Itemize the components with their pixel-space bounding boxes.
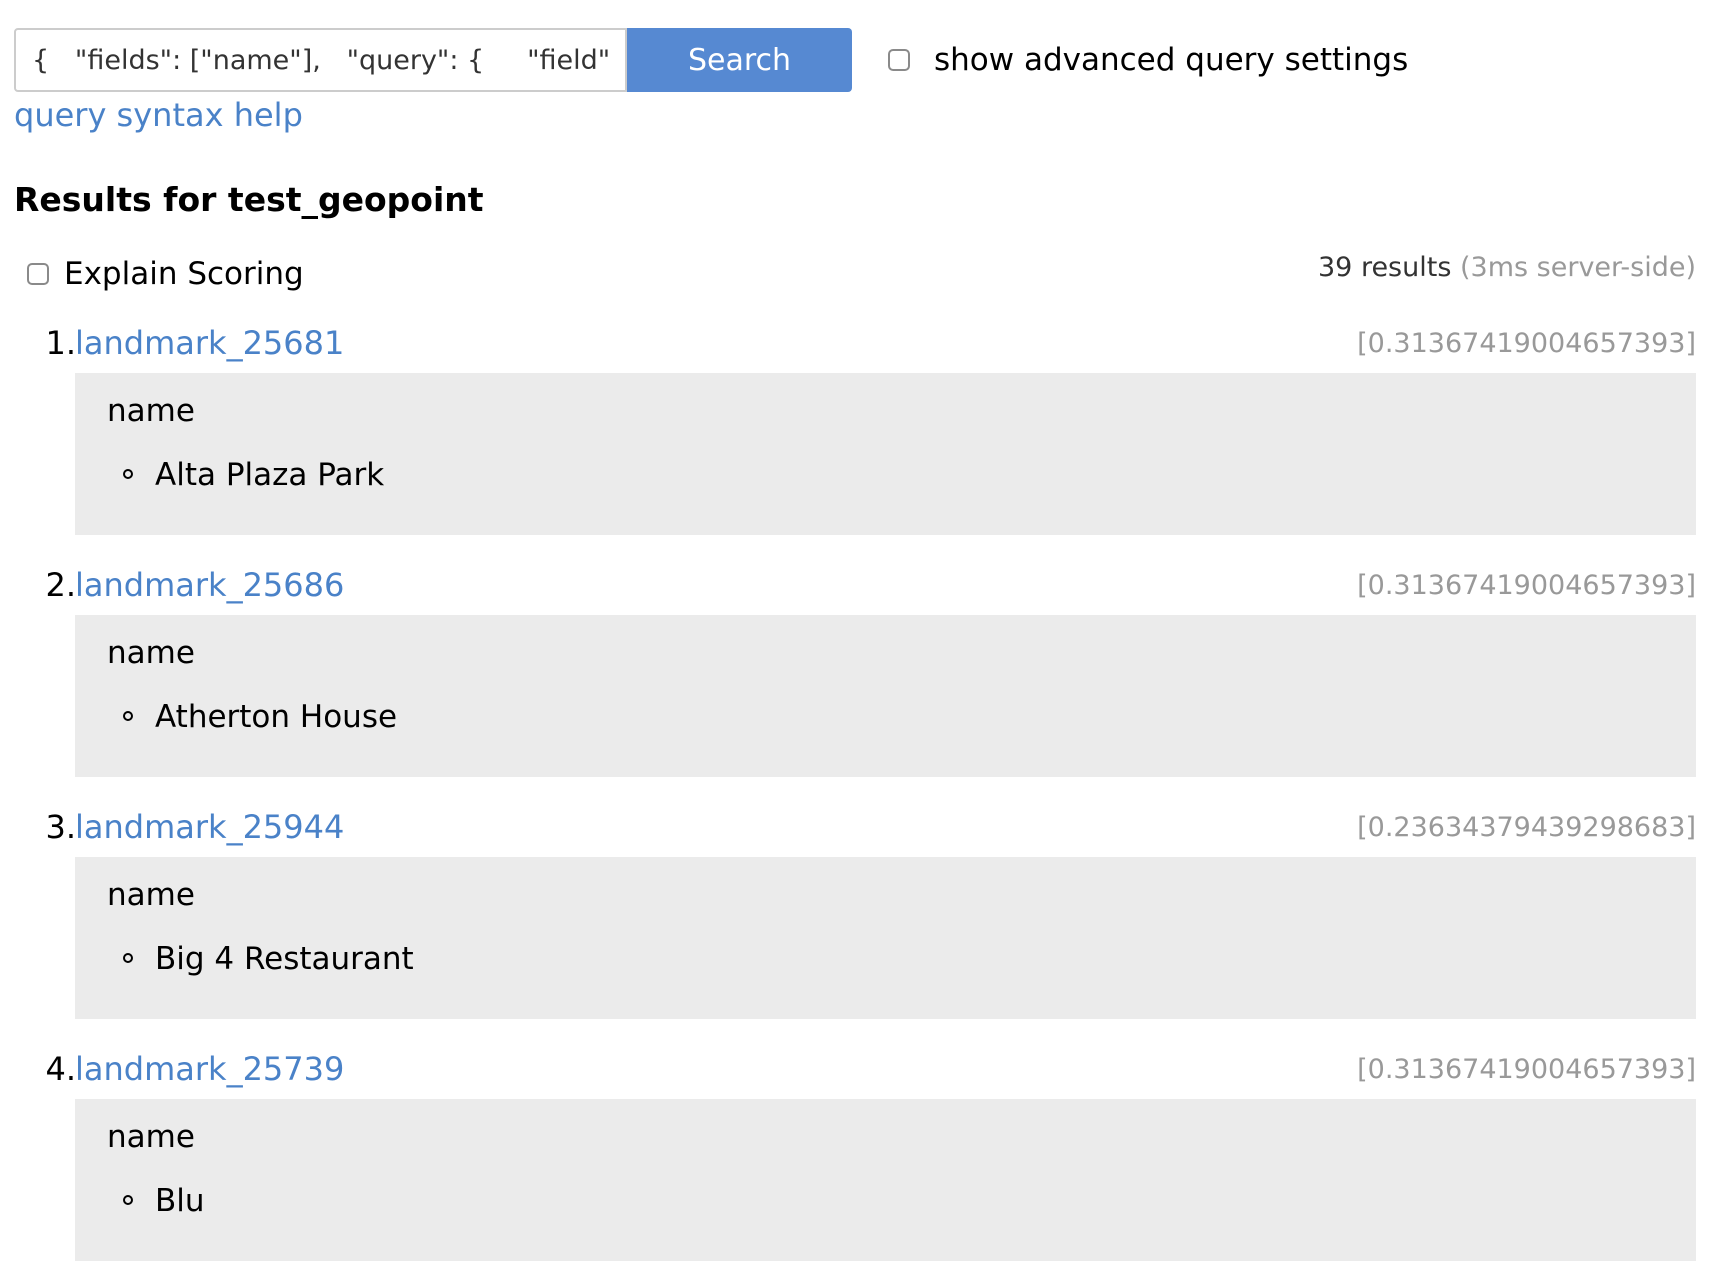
result-header: 3. landmark_25944 [0.23634379439298683] [0,804,1720,854]
query-syntax-help-link[interactable]: query syntax help [14,96,303,134]
circle-bullet-icon [123,953,133,963]
result-score: [0.31367419004657393] [1357,1054,1696,1085]
result-count-text: 39 results [1318,252,1452,283]
result-header: 2. landmark_25686 [0.31367419004657393] [0,562,1720,612]
result-score: [0.23634379439298683] [1357,812,1696,843]
field-name: name [107,1119,195,1155]
field-value-text: Blu [155,1183,205,1219]
advanced-settings-label[interactable]: show advanced query settings [934,42,1408,78]
circle-bullet-icon [123,469,133,479]
query-input[interactable] [14,28,627,92]
field-value: Atherton House [123,697,397,737]
result-link[interactable]: landmark_25681 [75,324,344,362]
result-fields-box: name Blu [75,1099,1696,1261]
field-name: name [107,635,195,671]
advanced-settings-checkbox[interactable] [888,49,910,71]
server-time: (3ms server-side) [1460,252,1696,283]
field-values: Blu [123,1181,205,1221]
field-values: Atherton House [123,697,397,737]
result-link[interactable]: landmark_25739 [75,1050,344,1088]
result-number: 4. [45,1050,76,1088]
field-value-text: Alta Plaza Park [155,457,385,493]
result-fields-box: name Atherton House [75,615,1696,777]
result-header: 1. landmark_25681 [0.31367419004657393] [0,320,1720,370]
field-value: Blu [123,1181,205,1221]
field-value: Alta Plaza Park [123,455,384,495]
result-count: 39 results (3ms server-side) [1318,252,1696,283]
result-link[interactable]: landmark_25944 [75,808,344,846]
field-name: name [107,393,195,429]
result-fields-box: name Alta Plaza Park [75,373,1696,535]
explain-scoring-toggle[interactable]: Explain Scoring [27,254,304,294]
field-value: Big 4 Restaurant [123,939,414,979]
circle-bullet-icon [123,711,133,721]
field-value-text: Big 4 Restaurant [155,941,414,977]
field-value-text: Atherton House [155,699,398,735]
advanced-settings-toggle[interactable]: show advanced query settings [888,40,1408,80]
result-fields-box: name Big 4 Restaurant [75,857,1696,1019]
result-link[interactable]: landmark_25686 [75,566,344,604]
result-number: 2. [45,566,76,604]
result-number: 1. [45,324,76,362]
result-header: 4. landmark_25739 [0.31367419004657393] [0,1046,1720,1096]
explain-scoring-checkbox[interactable] [27,263,49,285]
circle-bullet-icon [123,1195,133,1205]
explain-scoring-label[interactable]: Explain Scoring [64,256,304,292]
result-number: 3. [45,808,76,846]
search-button[interactable]: Search [627,28,852,92]
result-score: [0.31367419004657393] [1357,570,1696,601]
field-name: name [107,877,195,913]
results-title: Results for test_geopoint [14,180,484,219]
result-score: [0.31367419004657393] [1357,328,1696,359]
search-bar: Search [14,28,852,92]
field-values: Alta Plaza Park [123,455,384,495]
field-values: Big 4 Restaurant [123,939,414,979]
